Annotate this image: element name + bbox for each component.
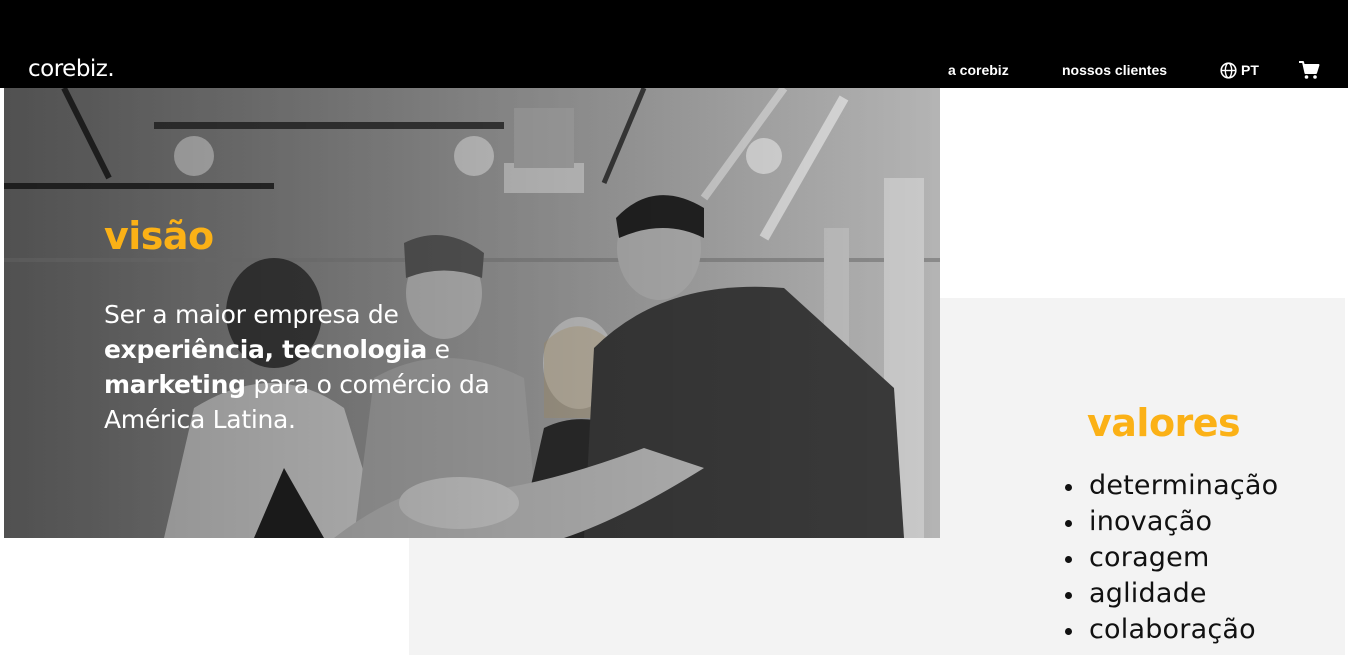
page: corebiz. a corebiz nossos clientes PT vi… [0, 0, 1348, 655]
visao-text-highlight: experiência, tecnologia [104, 335, 427, 364]
visao-heading: visão [104, 214, 214, 258]
visao-text-part: e [426, 335, 450, 364]
header-bar: corebiz. a corebiz nossos clientes PT [0, 0, 1348, 88]
visao-text-part: Ser a maior empresa de [104, 300, 399, 329]
corebiz-logo[interactable]: corebiz. [28, 55, 115, 83]
logo-dot: . [107, 56, 115, 82]
valores-item: inovação [1063, 504, 1278, 540]
globe-icon [1220, 61, 1237, 79]
nav-link-a-corebiz[interactable]: a corebiz [948, 60, 1009, 80]
valores-heading: valores [1087, 401, 1241, 445]
valores-item: aglidade [1063, 576, 1278, 612]
language-selector[interactable]: PT [1220, 60, 1259, 80]
valores-item: colaboração [1063, 612, 1278, 648]
valores-list: determinação inovação coragem aglidade c… [1063, 468, 1278, 648]
visao-text-highlight: marketing [104, 370, 246, 399]
valores-item: determinação [1063, 468, 1278, 504]
logo-text: corebiz [28, 56, 108, 82]
nav-link-nossos-clientes[interactable]: nossos clientes [1062, 60, 1167, 80]
valores-item: coragem [1063, 540, 1278, 576]
cart-icon[interactable] [1298, 59, 1320, 81]
language-label: PT [1241, 62, 1259, 78]
visao-text: Ser a maior empresa de experiência, tecn… [104, 297, 524, 437]
